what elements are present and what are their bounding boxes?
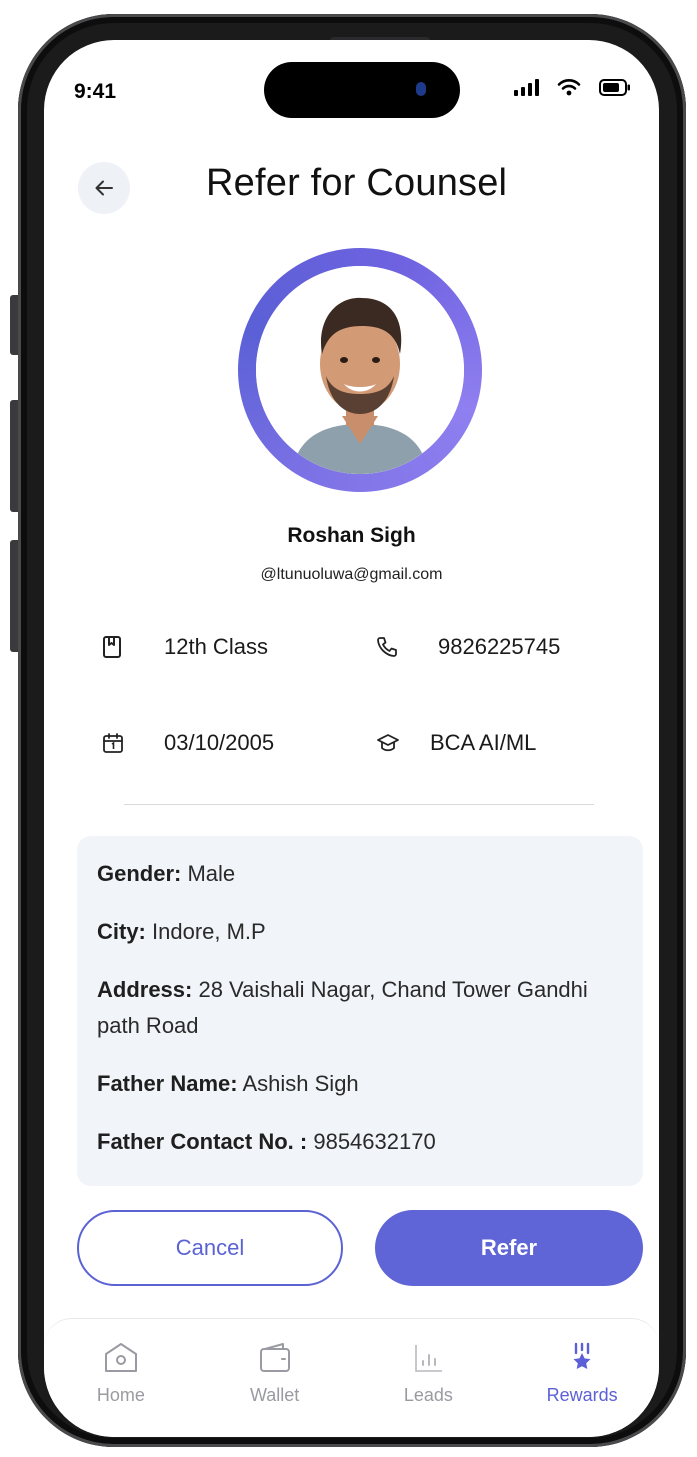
tab-home-label: Home bbox=[96, 1385, 145, 1405]
divider bbox=[124, 804, 594, 805]
city-value: Indore, M.P bbox=[145, 919, 266, 944]
status-time: 9:41 bbox=[74, 80, 117, 103]
battery-icon bbox=[599, 79, 630, 96]
cancel-button[interactable]: Cancel bbox=[77, 1210, 343, 1286]
tab-rewards[interactable]: Rewards bbox=[522, 1341, 642, 1437]
calendar-icon bbox=[103, 733, 123, 753]
tab-bar: Home Wallet Leads Rewards bbox=[44, 1318, 659, 1437]
tab-leads-label: Leads bbox=[403, 1385, 453, 1405]
city-label: City: bbox=[97, 919, 146, 944]
father-name-label: Father Name: bbox=[97, 1071, 238, 1096]
tab-wallet-label: Wallet bbox=[249, 1385, 300, 1405]
address-label: Address: bbox=[97, 977, 193, 1002]
class-value: 12th Class bbox=[164, 634, 268, 659]
phone-info: 9826225745 bbox=[376, 634, 560, 660]
father-contact-label: Father Contact No. : bbox=[97, 1129, 308, 1154]
cellular-signal-icon bbox=[514, 78, 539, 96]
leads-icon bbox=[415, 1345, 443, 1372]
course-info: BCA AI/ML bbox=[376, 730, 536, 756]
wifi-icon bbox=[557, 79, 581, 96]
class-info: 12th Class bbox=[102, 634, 268, 660]
father-name-value: Ashish Sigh bbox=[237, 1071, 359, 1096]
page-title: Refer for Counsel bbox=[206, 162, 508, 204]
gender-row: Gender: Male bbox=[97, 856, 623, 892]
avatar bbox=[238, 248, 482, 492]
book-icon bbox=[103, 636, 121, 658]
status-icons bbox=[514, 78, 631, 96]
user-photo bbox=[256, 266, 464, 474]
home-icon bbox=[104, 1343, 137, 1372]
volume-up-button bbox=[10, 400, 18, 512]
dob-info: 03/10/2005 bbox=[102, 730, 274, 756]
back-button[interactable] bbox=[78, 162, 130, 214]
wallet-icon bbox=[259, 1343, 290, 1372]
tab-home[interactable]: Home bbox=[61, 1341, 181, 1437]
tab-leads[interactable]: Leads bbox=[368, 1341, 488, 1437]
dob-value: 03/10/2005 bbox=[164, 730, 275, 755]
rewards-icon bbox=[573, 1342, 591, 1369]
father-name-row: Father Name: Ashish Sigh bbox=[97, 1066, 623, 1102]
gender-label: Gender: bbox=[97, 861, 182, 886]
user-email: @ltunuoluwa@gmail.com bbox=[260, 566, 443, 583]
arrow-left-icon bbox=[95, 180, 113, 196]
volume-down-button bbox=[10, 540, 18, 652]
tab-wallet[interactable]: Wallet bbox=[215, 1341, 335, 1437]
city-row: City: Indore, M.P bbox=[97, 914, 623, 950]
address-row: Address: 28 Vaishali Nagar, Chand Tower … bbox=[97, 972, 623, 1044]
father-contact-row: Father Contact No. : 9854632170 bbox=[97, 1124, 623, 1160]
dynamic-island bbox=[264, 62, 460, 118]
details-panel: Gender: Male City: Indore, M.P Address: … bbox=[77, 836, 643, 1186]
course-value: BCA AI/ML bbox=[430, 730, 537, 755]
gender-value: Male bbox=[181, 861, 236, 886]
phone-value: 9826225745 bbox=[438, 634, 561, 659]
mute-switch bbox=[10, 295, 18, 355]
user-name: Roshan Sigh bbox=[287, 524, 416, 547]
tab-rewards-label: Rewards bbox=[546, 1385, 618, 1405]
camera-indicator bbox=[416, 82, 426, 96]
phone-icon bbox=[377, 637, 397, 657]
screen: 9:41 Refer for Counsel Roshan Sigh @ltun… bbox=[44, 40, 659, 1437]
graduation-cap-icon bbox=[377, 734, 399, 752]
father-contact-value: 9854632170 bbox=[307, 1129, 436, 1154]
refer-button[interactable]: Refer bbox=[375, 1210, 643, 1286]
